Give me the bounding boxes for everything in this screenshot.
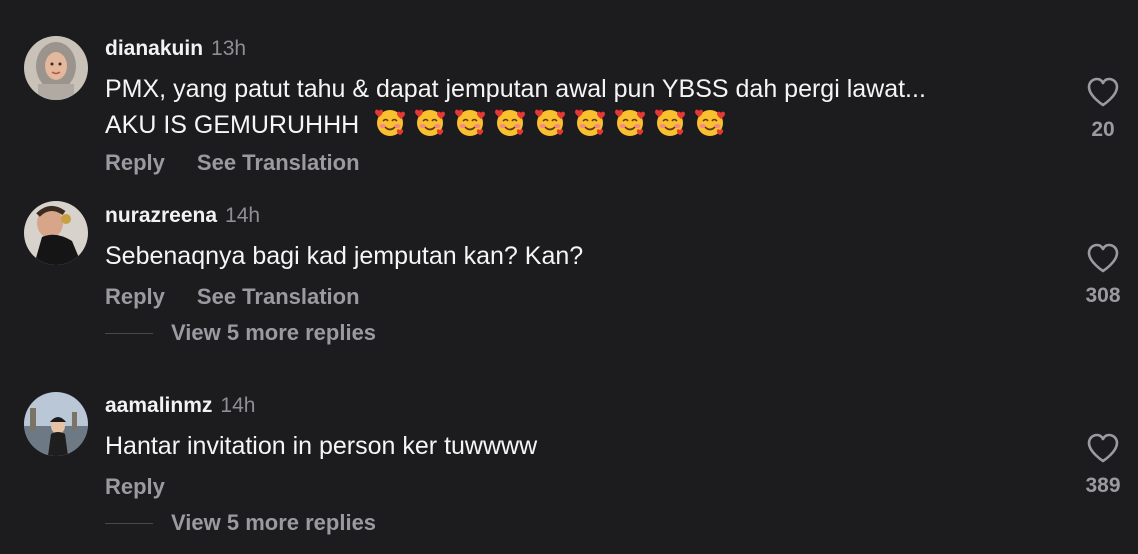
comment-actions: Reply (105, 473, 165, 501)
reply-button[interactable]: Reply (105, 474, 165, 499)
like-count: 20 (1091, 118, 1115, 141)
view-more-replies-button[interactable]: View 5 more replies (171, 510, 376, 535)
emoji-row (374, 109, 734, 139)
username[interactable]: dianakuin (105, 37, 203, 60)
like-group: 389 (1068, 432, 1138, 498)
view-more-replies[interactable]: View 5 more replies (105, 510, 376, 540)
username-line: dianakuin 13h (105, 36, 246, 62)
comment-actions: Reply See Translation (105, 283, 360, 311)
see-translation-button[interactable]: See Translation (197, 150, 360, 175)
comment-text-line: Hantar invitation in person ker tuwwww (105, 432, 538, 460)
heart-outline-icon[interactable] (1086, 76, 1120, 108)
thread-divider-line (105, 332, 153, 334)
smiling-face-with-hearts-emoji (695, 109, 726, 136)
smiling-face-with-hearts-emoji (615, 109, 646, 136)
like-count: 308 (1085, 284, 1121, 307)
reply-button[interactable]: Reply (105, 284, 165, 309)
view-more-replies[interactable]: View 5 more replies (105, 320, 376, 350)
heart-outline-icon[interactable] (1086, 242, 1120, 274)
smiling-face-with-hearts-emoji (415, 109, 446, 136)
heart-outline-icon[interactable] (1086, 432, 1120, 464)
comment-text-line: PMX, yang patut tahu & dapat jemputan aw… (105, 75, 926, 103)
timestamp: 13h (211, 37, 247, 60)
avatar[interactable] (24, 201, 88, 265)
avatar[interactable] (24, 392, 88, 456)
comment-text: Sebenaqnya bagi kad jemputan kan? Kan? (105, 239, 583, 273)
username[interactable]: aamalinmz (105, 394, 212, 417)
smiling-face-with-hearts-emoji (455, 109, 486, 136)
smiling-face-with-hearts-emoji (575, 109, 606, 136)
timestamp: 14h (220, 394, 256, 417)
like-group: 308 (1068, 242, 1138, 308)
username-line: nurazreena 14h (105, 203, 260, 229)
avatar[interactable] (24, 36, 88, 100)
comment-text-line: Sebenaqnya bagi kad jemputan kan? Kan? (105, 242, 584, 270)
reply-button[interactable]: Reply (105, 150, 165, 175)
smiling-face-with-hearts-emoji (495, 109, 526, 136)
see-translation-button[interactable]: See Translation (197, 284, 360, 309)
comment-text-line: AKU IS GEMURUHHH (105, 111, 360, 139)
comment-text: PMX, yang patut tahu & dapat jemputan aw… (105, 72, 926, 142)
smiling-face-with-hearts-emoji (535, 109, 566, 136)
timestamp: 14h (225, 204, 261, 227)
like-group: 20 (1068, 76, 1138, 142)
thread-divider-line (105, 522, 153, 524)
smiling-face-with-hearts-emoji (655, 109, 686, 136)
view-more-replies-button[interactable]: View 5 more replies (171, 320, 376, 345)
comment-text-line-2: AKU IS GEMURUHHH (105, 106, 926, 142)
like-count: 389 (1085, 474, 1121, 497)
username[interactable]: nurazreena (105, 204, 217, 227)
username-line: aamalinmz 14h (105, 393, 255, 419)
comment-actions: Reply See Translation (105, 149, 360, 177)
smiling-face-with-hearts-emoji (375, 109, 406, 136)
comment-text: Hantar invitation in person ker tuwwww (105, 429, 537, 463)
